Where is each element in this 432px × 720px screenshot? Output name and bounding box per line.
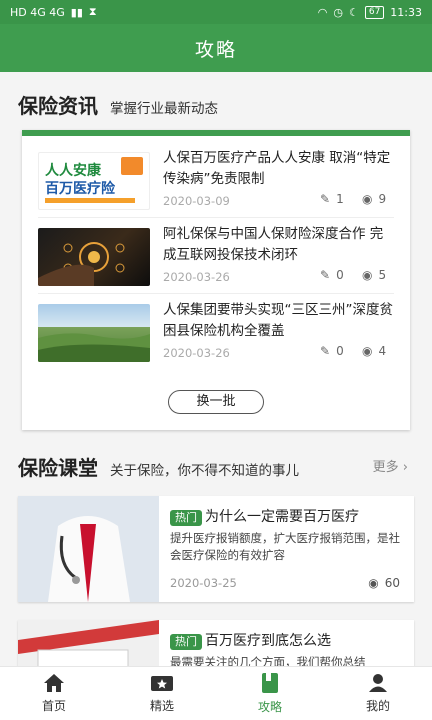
eye-icon: ◉ xyxy=(362,192,373,206)
news-date: 2020-03-26 xyxy=(163,346,230,360)
tab-mine-label: 我的 xyxy=(365,699,390,713)
news-item[interactable]: 人保集团要带头实现“三区三州”深度贫困县保险机构全覆盖 2020-03-26 ✎… xyxy=(38,294,394,370)
edit-count: 0 xyxy=(336,344,344,358)
news-title: 人保集团要带头实现“三区三州”深度贫困县保险机构全覆盖 xyxy=(163,302,393,339)
edit-count: 1 xyxy=(336,192,344,206)
news-section-header: 保险资讯 掌握行业最新动态 xyxy=(18,90,218,119)
more-link[interactable]: 更多 › xyxy=(373,456,408,475)
news-title: 人保百万医疗产品人人安康 取消“特定传染病”免责限制 xyxy=(163,150,391,187)
tab-guide-label: 攻略 xyxy=(257,700,282,714)
star-card-icon xyxy=(151,676,173,691)
lesson-thumbnail xyxy=(18,620,159,666)
pencil-icon: ✎ xyxy=(320,268,331,282)
news-title: 阿礼保保与中国人保财险深度合作 完成互联网投保技术闭环 xyxy=(163,226,384,263)
hourglass-icon: ⧗ xyxy=(88,5,97,18)
eye-icon: ◉ xyxy=(362,344,373,358)
eye-icon: ◉ xyxy=(362,268,373,282)
more-label: 更多 xyxy=(372,460,399,475)
lesson-description: 提升医疗报销额度，扩大医疗报销范围，是社会医疗保险的有效扩容 xyxy=(170,531,400,562)
chevron-right-icon: › xyxy=(402,460,408,475)
news-item[interactable]: 阿礼保保与中国人保财险深度合作 完成互联网投保技术闭环 2020-03-26 ✎… xyxy=(38,218,394,294)
bottom-tab-bar: 首页 精选 攻略 我的 xyxy=(0,666,432,720)
page-title: 攻略 xyxy=(194,38,237,61)
signal-icon: ▮▮ xyxy=(70,5,83,19)
headphones-icon: ◠ xyxy=(317,5,328,19)
news-date: 2020-03-09 xyxy=(163,194,230,208)
news-card: 人人安康 百万医疗险 人保百万医疗产品人人安康 取消“特定传染病”免责限制 20… xyxy=(22,130,410,430)
lesson-view-count: ◉ 60 xyxy=(368,576,400,590)
view-count: 9 xyxy=(378,192,387,206)
news-edit-count: ✎ 0 xyxy=(320,344,344,358)
news-view-count: ◉ 9 xyxy=(362,192,386,206)
refresh-button[interactable]: 换一批 xyxy=(168,390,264,414)
tab-guide[interactable]: 攻略 xyxy=(216,667,324,720)
tab-home-label: 首页 xyxy=(41,699,66,713)
view-count: 5 xyxy=(378,268,387,282)
lesson-title: 热门 百万医疗到底怎么选 xyxy=(170,630,410,650)
lesson-title-text: 为什么一定需要百万医疗 xyxy=(205,509,359,525)
lesson-section-title: 保险课堂 xyxy=(18,456,98,480)
clock: 11:33 xyxy=(390,5,422,19)
svg-text:百万医疗险: 百万医疗险 xyxy=(45,180,116,197)
view-count: 4 xyxy=(378,344,387,358)
news-thumbnail: 人人安康 百万医疗险 xyxy=(38,152,150,210)
pencil-icon: ✎ xyxy=(320,344,331,358)
signal-indicators: HD 4G 4G ▮▮ ⧗ xyxy=(10,5,97,19)
hot-badge: 热门 xyxy=(170,510,202,526)
edit-count: 0 xyxy=(336,268,344,282)
home-icon xyxy=(44,674,64,692)
book-icon xyxy=(262,673,278,693)
tab-featured[interactable]: 精选 xyxy=(108,667,216,720)
news-section-title: 保险资讯 xyxy=(18,94,98,118)
lesson-description: 最需要关注的几个方面，我们帮你总结 xyxy=(170,655,366,666)
lesson-thumbnail xyxy=(18,496,159,602)
news-view-count: ◉ 4 xyxy=(362,344,386,358)
news-edit-count: ✎ 0 xyxy=(320,268,344,282)
lesson-section-subtitle: 关于保险，你不得不知道的事儿 xyxy=(110,463,299,479)
tab-home[interactable]: 首页 xyxy=(0,667,108,720)
lesson-section-header: 保险课堂 关于保险，你不得不知道的事儿 xyxy=(18,452,299,481)
main-content[interactable]: 保险资讯 掌握行业最新动态 人人安康 百万医疗险 人保百万医疗产品人人安康 取消… xyxy=(0,72,432,666)
person-icon xyxy=(369,674,387,692)
eye-icon: ◉ xyxy=(368,576,379,590)
status-right: ◠ ◷ ☾ 67 11:33 xyxy=(317,5,422,19)
news-edit-count: ✎ 1 xyxy=(320,192,344,206)
news-thumbnail xyxy=(38,228,150,286)
pencil-icon: ✎ xyxy=(320,192,331,206)
svg-text:人人安康: 人人安康 xyxy=(45,162,102,179)
news-view-count: ◉ 5 xyxy=(362,268,386,282)
news-date: 2020-03-26 xyxy=(163,270,230,284)
news-item[interactable]: 人人安康 百万医疗险 人保百万医疗产品人人安康 取消“特定传染病”免责限制 20… xyxy=(38,142,394,218)
lesson-date: 2020-03-25 xyxy=(170,576,237,590)
title-bar: 攻略 xyxy=(0,24,432,72)
battery-icon: 67 xyxy=(364,5,385,19)
tab-featured-label: 精选 xyxy=(149,699,174,713)
lesson-item[interactable]: 热门 百万医疗到底怎么选 最需要关注的几个方面，我们帮你总结 xyxy=(18,620,414,666)
lesson-title-text: 百万医疗到底怎么选 xyxy=(205,633,331,649)
news-section-subtitle: 掌握行业最新动态 xyxy=(110,101,218,117)
view-count: 60 xyxy=(384,576,400,590)
alarm-icon: ◷ xyxy=(333,5,343,19)
news-thumbnail xyxy=(38,304,150,362)
lesson-item[interactable]: 热门 为什么一定需要百万医疗 提升医疗报销额度，扩大医疗报销范围，是社会医疗保险的… xyxy=(18,496,414,602)
status-bar: HD 4G 4G ▮▮ ⧗ ◠ ◷ ☾ 67 11:33 xyxy=(0,0,432,24)
hot-badge: 热门 xyxy=(170,634,202,650)
tab-mine[interactable]: 我的 xyxy=(324,667,432,720)
lesson-title: 热门 为什么一定需要百万医疗 xyxy=(170,506,410,526)
network-label: HD 4G 4G xyxy=(10,5,65,19)
moon-icon: ☾ xyxy=(348,5,359,19)
